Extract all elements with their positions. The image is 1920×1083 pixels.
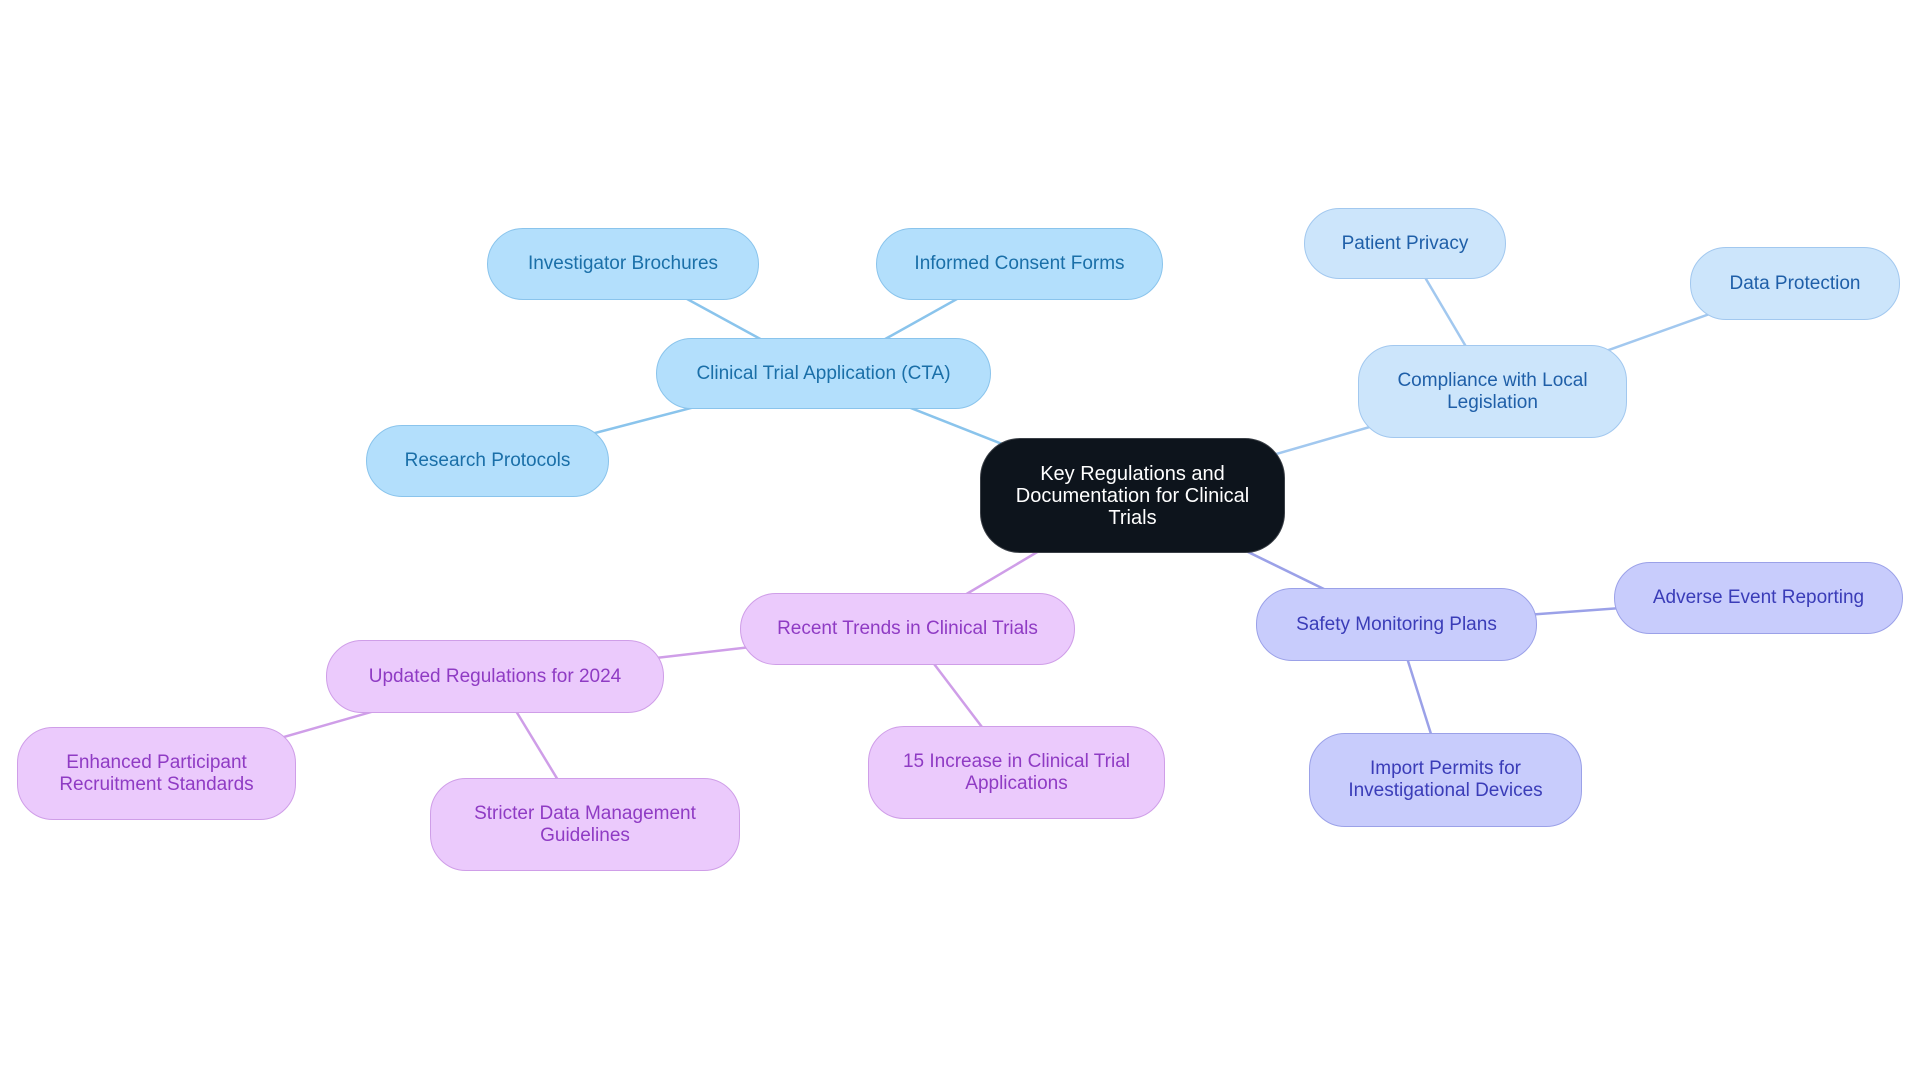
node-import-permits[interactable]: Import Permits for Investigational Devic… — [1309, 733, 1582, 827]
node-label: Stricter Data Management Guidelines — [474, 802, 696, 846]
root-node[interactable]: Key Regulations and Documentation for Cl… — [980, 438, 1285, 553]
node-recent-trends[interactable]: Recent Trends in Clinical Trials — [740, 593, 1075, 665]
node-informed-consent-forms[interactable]: Informed Consent Forms — [876, 228, 1163, 300]
node-compliance-local-legislation[interactable]: Compliance with Local Legislation — [1358, 345, 1627, 438]
node-adverse-event-reporting[interactable]: Adverse Event Reporting — [1614, 562, 1903, 634]
node-safety-monitoring-plans[interactable]: Safety Monitoring Plans — [1256, 588, 1537, 661]
mindmap-canvas: Key Regulations and Documentation for Cl… — [0, 0, 1920, 1083]
node-label: Compliance with Local Legislation — [1397, 369, 1588, 413]
node-15-increase-applications[interactable]: 15 Increase in Clinical Trial Applicatio… — [868, 726, 1165, 819]
node-label: Investigator Brochures — [527, 253, 719, 274]
node-data-protection[interactable]: Data Protection — [1690, 247, 1900, 320]
node-updated-regulations-2024[interactable]: Updated Regulations for 2024 — [326, 640, 664, 713]
node-label: Clinical Trial Application (CTA) — [696, 362, 951, 384]
node-label: 15 Increase in Clinical Trial Applicatio… — [902, 750, 1131, 794]
node-label: Enhanced Participant Recruitment Standar… — [59, 751, 254, 795]
node-patient-privacy[interactable]: Patient Privacy — [1304, 208, 1506, 279]
node-label: Data Protection — [1729, 272, 1861, 294]
edges-layer — [156, 242, 1796, 826]
node-enhanced-participant-recruitment[interactable]: Enhanced Participant Recruitment Standar… — [17, 727, 296, 820]
node-label: Adverse Event Reporting — [1652, 587, 1865, 608]
node-label: Safety Monitoring Plans — [1296, 613, 1497, 635]
node-label: Informed Consent Forms — [914, 253, 1125, 274]
root-node-label: Key Regulations and Documentation for Cl… — [1015, 462, 1250, 529]
node-label: Research Protocols — [404, 450, 571, 471]
node-stricter-data-management[interactable]: Stricter Data Management Guidelines — [430, 778, 740, 871]
node-research-protocols[interactable]: Research Protocols — [366, 425, 609, 497]
node-label: Patient Privacy — [1341, 232, 1469, 254]
node-label: Import Permits for Investigational Devic… — [1348, 758, 1543, 801]
node-investigator-brochures[interactable]: Investigator Brochures — [487, 228, 759, 300]
node-label: Recent Trends in Clinical Trials — [777, 618, 1038, 639]
node-clinical-trial-application[interactable]: Clinical Trial Application (CTA) — [656, 338, 991, 409]
node-label: Updated Regulations for 2024 — [368, 665, 622, 687]
